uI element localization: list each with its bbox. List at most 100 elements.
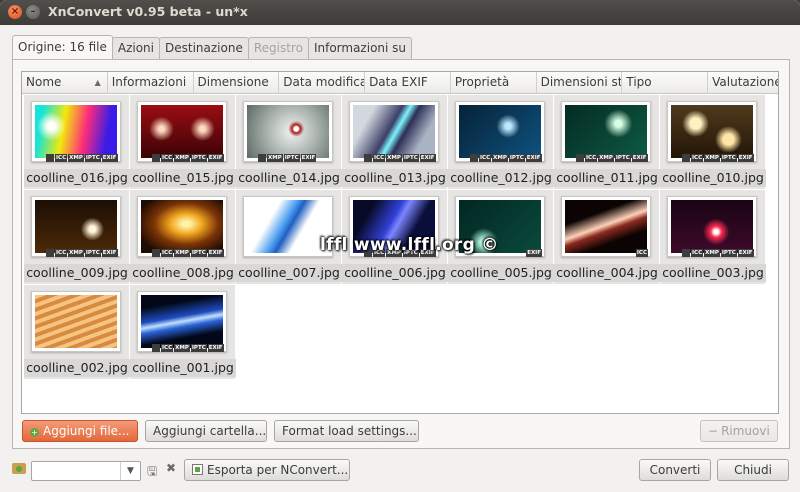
metadata-badge: IPTC (190, 344, 207, 352)
metadata-badge: XMP (174, 249, 190, 257)
thumbnail-frame: ICC XMP IPTC EXIF (31, 101, 121, 162)
convert-button[interactable]: Converti (639, 459, 711, 481)
thumbnail-image (671, 105, 753, 158)
thumbnail-item[interactable]: ICC XMP IPTC EXIF coolline_010.jpg (660, 95, 766, 190)
close-button[interactable]: Chiudi (717, 459, 789, 481)
column-modified-date[interactable]: Data modifica (279, 72, 366, 94)
metadata-badge: ICC (635, 249, 648, 257)
metadata-badge: IPTC (84, 249, 101, 257)
tab-actions[interactable]: Azioni (111, 37, 160, 59)
add-files-button[interactable]: + Aggiungi file... (22, 420, 138, 442)
metadata-badges: ICC XMP IPTC EXIF (682, 249, 754, 257)
tab-origin[interactable]: Origine: 16 file (12, 35, 113, 59)
tab-destination[interactable]: Destinazione (159, 37, 249, 59)
metadata-badge: IPTC (720, 249, 737, 257)
remove-button[interactable]: − Rimuovi (700, 420, 778, 442)
thumbnail-frame: ICC XMP IPTC EXIF (137, 291, 227, 352)
metadata-badge: XMP (68, 249, 84, 257)
file-name-label: coolline_010.jpg (660, 169, 766, 187)
metadata-badge: ICC (691, 249, 704, 257)
chevron-down-icon[interactable]: ▼ (120, 462, 140, 480)
thumbnail-image (141, 200, 223, 253)
column-dimensions[interactable]: Dimensioni st (537, 72, 623, 94)
preset-combo[interactable]: ▼ (31, 461, 141, 481)
delete-icon[interactable]: ✖ (166, 461, 176, 475)
thumbnail-frame: ICC (561, 196, 651, 257)
column-exif-date[interactable]: Data EXIF (365, 72, 451, 94)
metadata-badge: XMP (267, 154, 283, 162)
tab-bar: Origine: 16 file Azioni Destinazione Reg… (12, 35, 413, 59)
metadata-badge: EXIF (207, 249, 224, 257)
column-type[interactable]: Tipo (622, 72, 709, 94)
export-nconvert-button[interactable]: Esporta per NConvert... (184, 459, 350, 481)
tab-log[interactable]: Registro (247, 37, 309, 59)
thumbnail-item[interactable]: ICC XMP IPTC EXIF coolline_011.jpg (554, 95, 660, 190)
plus-icon: + (30, 428, 39, 437)
metadata-badge: XMP (492, 154, 508, 162)
sort-ascending-icon: ▲ (94, 78, 101, 87)
thumbnail-item[interactable]: coolline_002.jpg (24, 285, 130, 380)
file-type-icon (152, 154, 160, 162)
metadata-badge: EXIF (631, 154, 648, 162)
column-name[interactable]: Nome ▲ (22, 72, 108, 94)
thumbnail-item[interactable]: ICC XMP IPTC EXIF coolline_008.jpg (130, 190, 236, 285)
thumbnail-item[interactable]: ICC XMP IPTC EXIF coolline_013.jpg (342, 95, 448, 190)
minus-icon: − (708, 424, 719, 438)
metadata-badge: XMP (704, 154, 720, 162)
file-name-label: coolline_011.jpg (554, 169, 660, 187)
thumbnail-item[interactable]: ICC XMP IPTC EXIF coolline_016.jpg (24, 95, 130, 190)
close-window-icon[interactable]: × (8, 5, 22, 19)
tab-about[interactable]: Informazioni su (307, 37, 413, 59)
metadata-badges: ICC XMP IPTC EXIF (682, 154, 754, 162)
metadata-badges: ICC XMP IPTC EXIF (576, 154, 648, 162)
column-info[interactable]: Informazioni (108, 72, 194, 94)
file-name-label: coolline_012.jpg (448, 169, 554, 187)
thumbnail-item[interactable]: ICC coolline_004.jpg (554, 190, 660, 285)
open-folder-icon[interactable] (12, 463, 26, 474)
metadata-badge: XMP (704, 249, 720, 257)
watermark-text: lffl www.lffl.org © (320, 235, 499, 255)
save-icon[interactable]: 🖫 (147, 462, 157, 483)
file-name-label: coolline_008.jpg (130, 264, 236, 282)
file-type-icon (152, 344, 160, 352)
nconvert-icon (192, 464, 203, 475)
thumbnail-item[interactable]: ICC XMP IPTC EXIF coolline_015.jpg (130, 95, 236, 190)
metadata-badge: IPTC (283, 154, 300, 162)
column-rating[interactable]: Valutazione (708, 72, 778, 94)
metadata-badge: EXIF (737, 249, 754, 257)
metadata-badge: IPTC (508, 154, 525, 162)
format-load-settings-button[interactable]: Format load settings... (274, 420, 419, 442)
metadata-badges: ICC XMP IPTC EXIF (46, 154, 118, 162)
file-type-icon (682, 154, 690, 162)
file-name-label: coolline_013.jpg (342, 169, 448, 187)
column-size[interactable]: Dimensione (194, 72, 280, 94)
metadata-badge: XMP (174, 154, 190, 162)
thumbnail-item[interactable]: ICC XMP IPTC EXIF coolline_001.jpg (130, 285, 236, 380)
metadata-badge: XMP (598, 154, 614, 162)
metadata-badge: ICC (55, 154, 68, 162)
thumbnail-frame: ICC XMP IPTC EXIF (31, 196, 121, 257)
thumbnail-item[interactable]: XMP IPTC EXIF coolline_014.jpg (236, 95, 342, 190)
metadata-badge: XMP (386, 154, 402, 162)
thumbnail-image (565, 105, 647, 158)
metadata-badge: ICC (585, 154, 598, 162)
metadata-badge: IPTC (720, 154, 737, 162)
thumbnail-item[interactable]: ICC XMP IPTC EXIF coolline_012.jpg (448, 95, 554, 190)
metadata-badges: XMP IPTC EXIF (258, 154, 317, 162)
metadata-badge: EXIF (525, 154, 542, 162)
metadata-badge: EXIF (737, 154, 754, 162)
window-title: XnConvert v0.95 beta - un*x (48, 4, 248, 19)
column-properties[interactable]: Proprietà (451, 72, 537, 94)
thumbnail-item[interactable]: ICC XMP IPTC EXIF coolline_003.jpg (660, 190, 766, 285)
metadata-badge: XMP (174, 344, 190, 352)
thumbnail-frame: ICC XMP IPTC EXIF (667, 101, 757, 162)
file-type-icon (470, 154, 478, 162)
file-name-label: coolline_015.jpg (130, 169, 236, 187)
metadata-badge: EXIF (526, 249, 542, 257)
add-folder-button[interactable]: Aggiungi cartella... (145, 420, 267, 442)
thumbnail-item[interactable]: ICC XMP IPTC EXIF coolline_009.jpg (24, 190, 130, 285)
thumbnail-image (565, 200, 647, 253)
metadata-badge: EXIF (207, 154, 224, 162)
minimize-window-icon[interactable]: – (26, 5, 40, 19)
thumbnail-image (35, 200, 117, 253)
